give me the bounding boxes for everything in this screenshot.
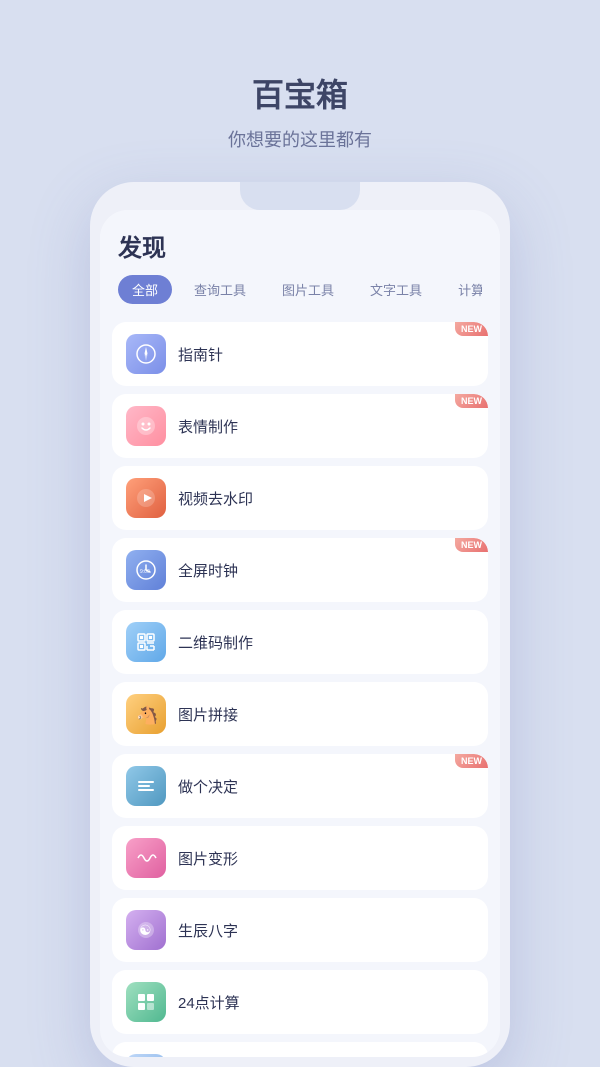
list-item-3[interactable]: 9:00 全屏时钟 NEW [112,538,488,602]
discover-title: 发现 [118,228,482,263]
item-label-8: 生辰八字 [178,920,238,941]
new-badge-0: NEW [455,322,488,336]
item-label-1: 表情制作 [178,416,238,437]
discover-header: 发现 全部查询工具图片工具文字工具计算 [100,210,500,314]
page-title: 百宝箱 [228,70,372,116]
item-icon-1 [126,406,166,446]
item-icon-9 [126,982,166,1022]
item-icon-10 [126,1054,166,1057]
page-header: 百宝箱 你想要的这里都有 [228,0,372,152]
tab-item-2[interactable]: 图片工具 [268,275,348,304]
list-item-4[interactable]: 二维码制作 [112,610,488,674]
list-item-10[interactable]: 财运乾坤 [112,1042,488,1057]
item-label-7: 图片变形 [178,848,238,869]
new-badge-6: NEW [455,754,488,768]
phone-frame: 发现 全部查询工具图片工具文字工具计算 指南针 NEW 表情制作 NEW 视频去水印 9:… [90,182,510,1067]
svg-text:🐴: 🐴 [136,704,157,725]
item-label-2: 视频去水印 [178,488,253,509]
tab-item-3[interactable]: 文字工具 [356,275,436,304]
item-icon-4 [126,622,166,662]
item-icon-8: ☯ [126,910,166,950]
svg-text:9:00: 9:00 [140,569,150,575]
new-badge-1: NEW [455,394,488,408]
item-label-4: 二维码制作 [178,632,253,653]
item-label-3: 全屏时钟 [178,560,238,581]
item-icon-6 [126,766,166,806]
category-tabs: 全部查询工具图片工具文字工具计算 [118,275,482,304]
item-icon-3: 9:00 [126,550,166,590]
list-item-6[interactable]: 做个决定 NEW [112,754,488,818]
item-label-0: 指南针 [178,344,223,365]
list-item-1[interactable]: 表情制作 NEW [112,394,488,458]
item-icon-7 [126,838,166,878]
new-badge-3: NEW [455,538,488,552]
tab-item-1[interactable]: 查询工具 [180,275,260,304]
item-icon-2 [126,478,166,518]
tab-item-4[interactable]: 计算 [444,275,482,304]
list-item-2[interactable]: 视频去水印 [112,466,488,530]
item-label-6: 做个决定 [178,776,238,797]
items-list: 指南针 NEW 表情制作 NEW 视频去水印 9:00 全屏时钟 NEW 二维码制作 🐴 图片拼接做… [100,314,500,1057]
svg-text:☯: ☯ [139,922,152,938]
page-subtitle: 你想要的这里都有 [228,126,372,152]
item-label-5: 图片拼接 [178,704,238,725]
phone-inner: 发现 全部查询工具图片工具文字工具计算 指南针 NEW 表情制作 NEW 视频去水印 9:… [100,210,500,1057]
list-item-5[interactable]: 🐴 图片拼接 [112,682,488,746]
list-item-9[interactable]: 24点计算 [112,970,488,1034]
item-icon-0 [126,334,166,374]
tab-item-0[interactable]: 全部 [118,275,172,304]
list-item-7[interactable]: 图片变形 [112,826,488,890]
phone-notch [240,182,360,210]
list-item-0[interactable]: 指南针 NEW [112,322,488,386]
list-item-8[interactable]: ☯ 生辰八字 [112,898,488,962]
item-label-9: 24点计算 [178,992,240,1013]
item-icon-5: 🐴 [126,694,166,734]
